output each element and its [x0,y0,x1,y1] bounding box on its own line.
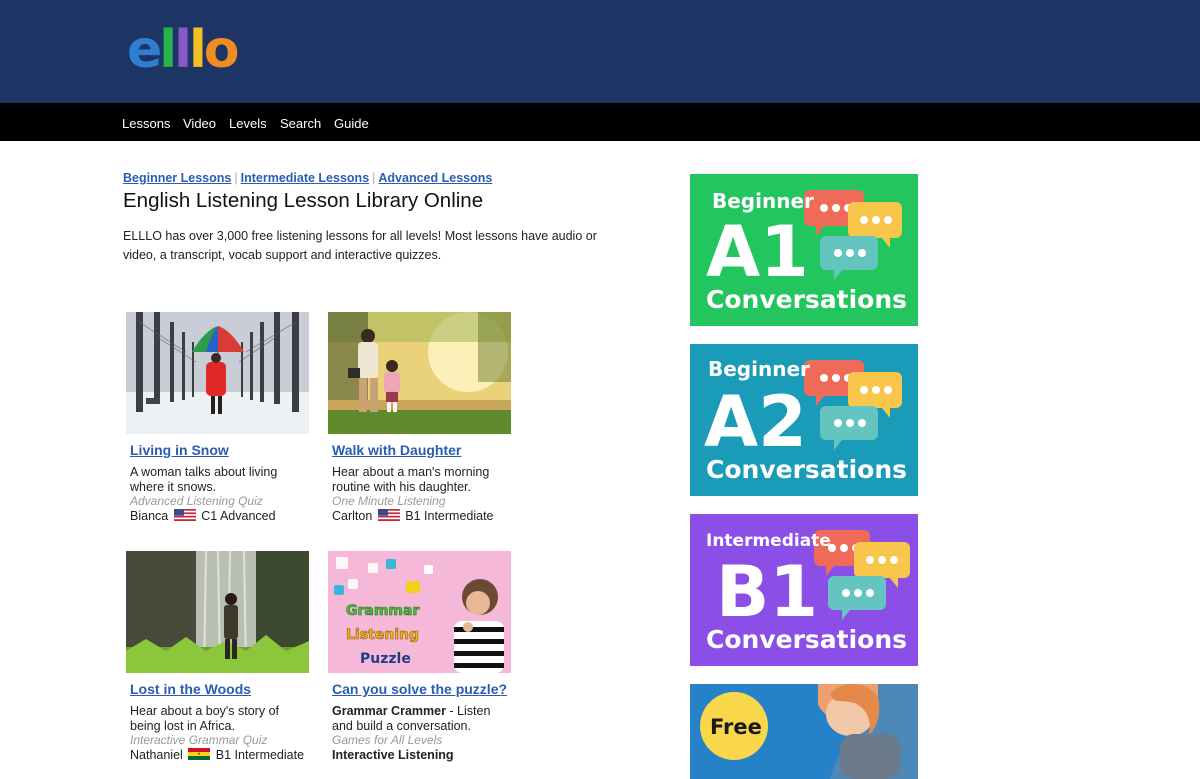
page-title: English Listening Lesson Library Online [123,189,484,212]
lesson-description-bold: Grammar Crammer [332,704,446,718]
nav-lessons[interactable]: Lessons [122,116,170,131]
breadcrumb-separator: | [372,171,376,185]
speaker-name: Bianca [130,509,169,523]
site-header: elllo [0,0,1200,103]
lesson-meta: Nathaniel B1 Intermediate [130,748,304,762]
lesson-description: Hear about a boy's story of being lost i… [130,704,279,733]
ad-b1-bottom-text: Conversations [706,625,907,654]
puzzle-thumb-line2: Listening [346,627,420,644]
lesson-title-link[interactable]: Living in Snow [130,442,229,458]
speaker-name: Carlton [332,509,373,523]
lesson-title-link[interactable]: Lost in the Woods [130,681,251,697]
breadcrumb-beginner-link[interactable]: Beginner Lessons [123,171,231,185]
lesson-meta: Bianca C1 Advanced [130,509,276,523]
lesson-level: C1 Advanced [201,509,276,523]
ad-free-badge-text: Free [710,715,762,739]
ad-a1-conversations[interactable]: Beginner A1 Conversations [690,174,918,326]
lesson-title-link[interactable]: Walk with Daughter [332,442,461,458]
puzzle-thumb-line1: Grammar [346,603,420,620]
ad-a2-top-text: Beginner [708,357,810,381]
nav-video[interactable]: Video [183,116,216,131]
ad-a2-bottom-text: Conversations [706,455,907,484]
lesson-category[interactable]: One Minute Listening [332,494,445,508]
ad-b1-conversations[interactable]: Intermediate B1 Conversations [690,514,918,666]
nav-search[interactable]: Search [280,116,321,131]
lesson-meta: Carlton B1 Intermediate [332,509,494,523]
lesson-level: B1 Intermediate [405,509,494,523]
lesson-description: A woman talks about living where it snow… [130,465,278,494]
breadcrumb: Beginner Lessons | Intermediate Lessons | Ad… [123,171,492,185]
site-logo[interactable]: elllo [127,24,239,76]
ad-a2-conversations[interactable]: Beginner A2 Conversations [690,344,918,496]
ad-a1-big-text: A1 [706,211,809,293]
ad-b1-top-text: Intermediate [706,531,831,551]
lesson-type: Interactive Listening [332,748,454,762]
ad-b1-big-text: B1 [716,551,818,633]
main-nav: Lessons Video Levels Search Guide [0,103,1200,141]
nav-levels[interactable]: Levels [229,116,267,131]
lesson-description: Grammar Crammer - Listen and build a con… [332,704,514,733]
us-flag-icon [377,509,400,521]
breadcrumb-separator: | [234,171,238,185]
lesson-thumbnail-snow[interactable] [126,312,309,434]
nav-guide[interactable]: Guide [334,116,369,131]
lesson-meta: Interactive Listening [332,748,454,762]
ad-a2-big-text: A2 [704,381,807,463]
lesson-title-link[interactable]: Can you solve the puzzle? [332,681,507,697]
puzzle-thumb-line3: Puzzle [360,651,411,667]
us-flag-icon [173,509,196,521]
lesson-level: B1 Intermediate [215,748,305,762]
breadcrumb-intermediate-link[interactable]: Intermediate Lessons [241,171,370,185]
lesson-description: Hear about a man's morning routine with … [332,465,490,494]
intro-text: ELLLO has over 3,000 free listening less… [123,229,597,262]
lesson-category[interactable]: Advanced Listening Quiz [130,494,263,508]
ghana-flag-icon [188,748,211,760]
breadcrumb-advanced-link[interactable]: Advanced Lessons [378,171,492,185]
speaker-name: Nathaniel [130,748,183,762]
ad-a1-top-text: Beginner [712,189,814,213]
ad-a1-bottom-text: Conversations [706,285,907,314]
lesson-thumbnail-walk[interactable] [328,312,511,434]
lesson-thumbnail-woods[interactable] [126,551,309,673]
lesson-category[interactable]: Interactive Grammar Quiz [130,733,267,747]
lesson-thumbnail-puzzle[interactable]: Grammar Listening Puzzle [328,551,511,673]
lesson-category[interactable]: Games for All Levels [332,733,442,747]
ad-free[interactable]: Free [690,684,918,779]
